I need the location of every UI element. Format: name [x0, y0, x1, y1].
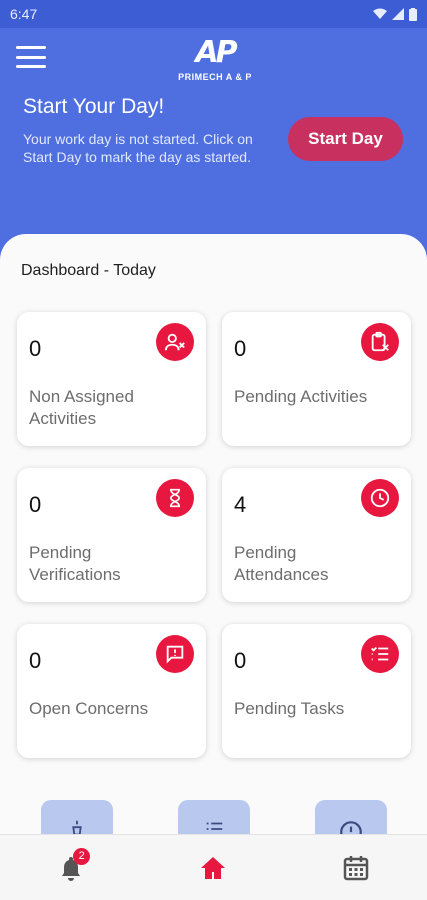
calendar-icon — [343, 855, 369, 880]
card-open-concerns[interactable]: 0 Open Concerns — [17, 624, 206, 758]
person-remove-icon — [156, 323, 194, 361]
card-non-assigned-activities[interactable]: 0 Non Assigned Activities — [17, 312, 206, 446]
card-count: 0 — [234, 648, 247, 673]
signal-icon — [392, 8, 404, 20]
menu-icon[interactable] — [16, 46, 46, 68]
card-count: 4 — [234, 492, 247, 517]
nav-home[interactable] — [183, 848, 243, 888]
start-day-title: Start Your Day! — [23, 95, 165, 118]
quick-action-location[interactable] — [41, 800, 113, 836]
card-pending-attendances[interactable]: 4 Pending Attendances — [222, 468, 411, 602]
bottom-nav: 2 — [0, 834, 427, 900]
status-time: 6:47 — [10, 6, 38, 22]
status-bar: 6:47 — [0, 0, 427, 28]
card-count: 0 — [234, 336, 247, 361]
card-count: 0 — [29, 336, 42, 361]
start-day-button[interactable]: Start Day — [288, 117, 403, 161]
card-label: Open Concerns — [29, 699, 149, 718]
checklist-icon — [361, 635, 399, 673]
quick-action-list[interactable] — [178, 800, 250, 836]
card-label: Pending Attendances — [234, 543, 329, 584]
hourglass-icon — [156, 479, 194, 517]
logo-mark: AP — [195, 35, 237, 70]
card-label: Pending Verifications — [29, 543, 121, 584]
wifi-icon — [373, 8, 387, 19]
dashboard-title: Dashboard - Today — [21, 262, 156, 279]
card-count: 0 — [29, 492, 42, 517]
company-logo: AP PRIMECH A & P — [165, 35, 265, 83]
quick-action-timer[interactable] — [315, 800, 387, 836]
nav-calendar[interactable] — [326, 848, 386, 888]
card-pending-verifications[interactable]: 0 Pending Verifications — [17, 468, 206, 602]
clock-icon — [361, 479, 399, 517]
notification-badge: 2 — [73, 847, 91, 865]
message-alert-icon — [156, 635, 194, 673]
clipboard-x-icon — [361, 323, 399, 361]
card-label: Non Assigned Activities — [29, 387, 134, 428]
start-day-description: Your work day is not started. Click on S… — [23, 131, 253, 165]
card-count: 0 — [29, 648, 42, 673]
home-icon — [201, 856, 226, 879]
card-pending-activities[interactable]: 0 Pending Activities — [222, 312, 411, 446]
status-icons — [373, 7, 417, 21]
nav-notifications[interactable]: 2 — [41, 847, 101, 888]
card-label: Pending Activities — [234, 387, 368, 406]
battery-icon — [409, 7, 417, 21]
card-pending-tasks[interactable]: 0 Pending Tasks — [222, 624, 411, 758]
card-label: Pending Tasks — [234, 699, 345, 718]
dashboard-panel: Dashboard - Today 0 Non Assigned Activit… — [0, 234, 427, 900]
logo-text: PRIMECH A & P — [178, 72, 252, 82]
